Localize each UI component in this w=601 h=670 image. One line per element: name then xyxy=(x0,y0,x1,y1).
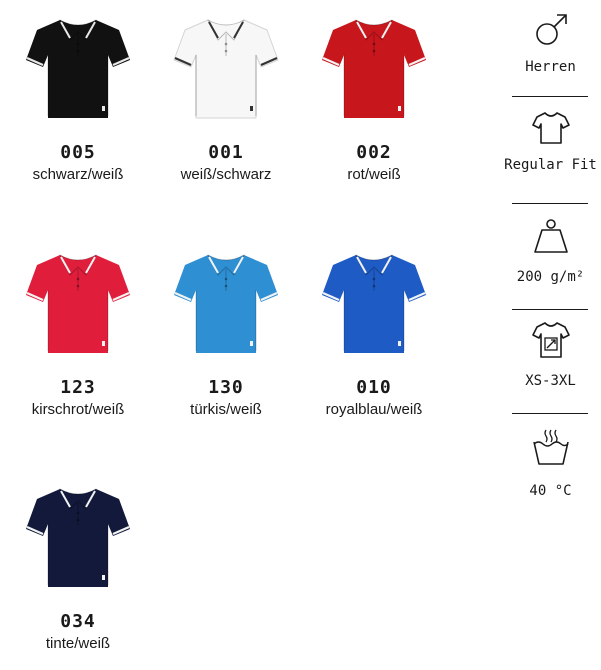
spec-fit: Regular Fit xyxy=(500,110,601,174)
spec-label: 200 g/m² xyxy=(516,269,585,285)
color-code: 130 xyxy=(208,377,244,398)
divider xyxy=(512,96,588,97)
polo-shirt-image xyxy=(322,254,426,353)
spec-sizes: XS-3XL xyxy=(500,320,601,390)
spec-label: XS-3XL xyxy=(525,373,576,389)
color-swatch[interactable]: 130 türkis/weiß xyxy=(151,243,301,420)
color-name: weiß/schwarz xyxy=(180,166,272,183)
color-code: 005 xyxy=(60,142,96,163)
color-code: 034 xyxy=(60,611,96,632)
spec-gender: Herren xyxy=(500,10,601,76)
color-swatch[interactable]: 034 tinte/weiß xyxy=(3,477,153,654)
spec-label: 40 °C xyxy=(529,483,572,499)
color-swatch[interactable]: 002 rot/weiß xyxy=(299,8,449,185)
color-name: schwarz/weiß xyxy=(32,166,124,183)
polo-shirt-image xyxy=(173,19,279,119)
color-swatch[interactable]: 005 schwarz/weiß xyxy=(3,8,153,185)
tshirt-icon xyxy=(531,112,570,144)
color-swatch[interactable]: 010 royalblau/weiß xyxy=(299,243,449,420)
divider xyxy=(512,203,588,204)
color-code: 010 xyxy=(356,377,392,398)
polo-shirt-image xyxy=(26,19,130,118)
color-code: 001 xyxy=(208,142,244,163)
divider xyxy=(512,413,588,414)
color-name: royalblau/weiß xyxy=(325,401,423,418)
color-code: 002 xyxy=(356,142,392,163)
spec-label: Herren xyxy=(525,59,576,75)
color-name: tinte/weiß xyxy=(45,635,111,652)
color-swatch[interactable]: 123 kirschrot/weiß xyxy=(3,243,153,420)
polo-shirt-image xyxy=(26,488,130,587)
spec-label: Regular Fit xyxy=(504,157,597,173)
color-name: kirschrot/weiß xyxy=(31,401,125,418)
color-swatch[interactable]: 001 weiß/schwarz xyxy=(151,8,301,185)
spec-weight: 200 g/m² xyxy=(500,216,601,286)
weight-icon xyxy=(533,219,568,253)
polo-shirt-image xyxy=(322,19,426,118)
size-range-icon xyxy=(531,322,570,358)
color-code: 123 xyxy=(60,377,96,398)
polo-shirt-image xyxy=(26,254,130,353)
color-name: rot/weiß xyxy=(347,166,401,183)
wash-40-icon xyxy=(532,429,569,465)
color-name: türkis/weiß xyxy=(190,401,262,418)
polo-shirt-image xyxy=(174,254,278,353)
spec-wash: 40 °C xyxy=(500,428,601,500)
divider xyxy=(512,309,588,310)
male-icon xyxy=(535,14,567,45)
